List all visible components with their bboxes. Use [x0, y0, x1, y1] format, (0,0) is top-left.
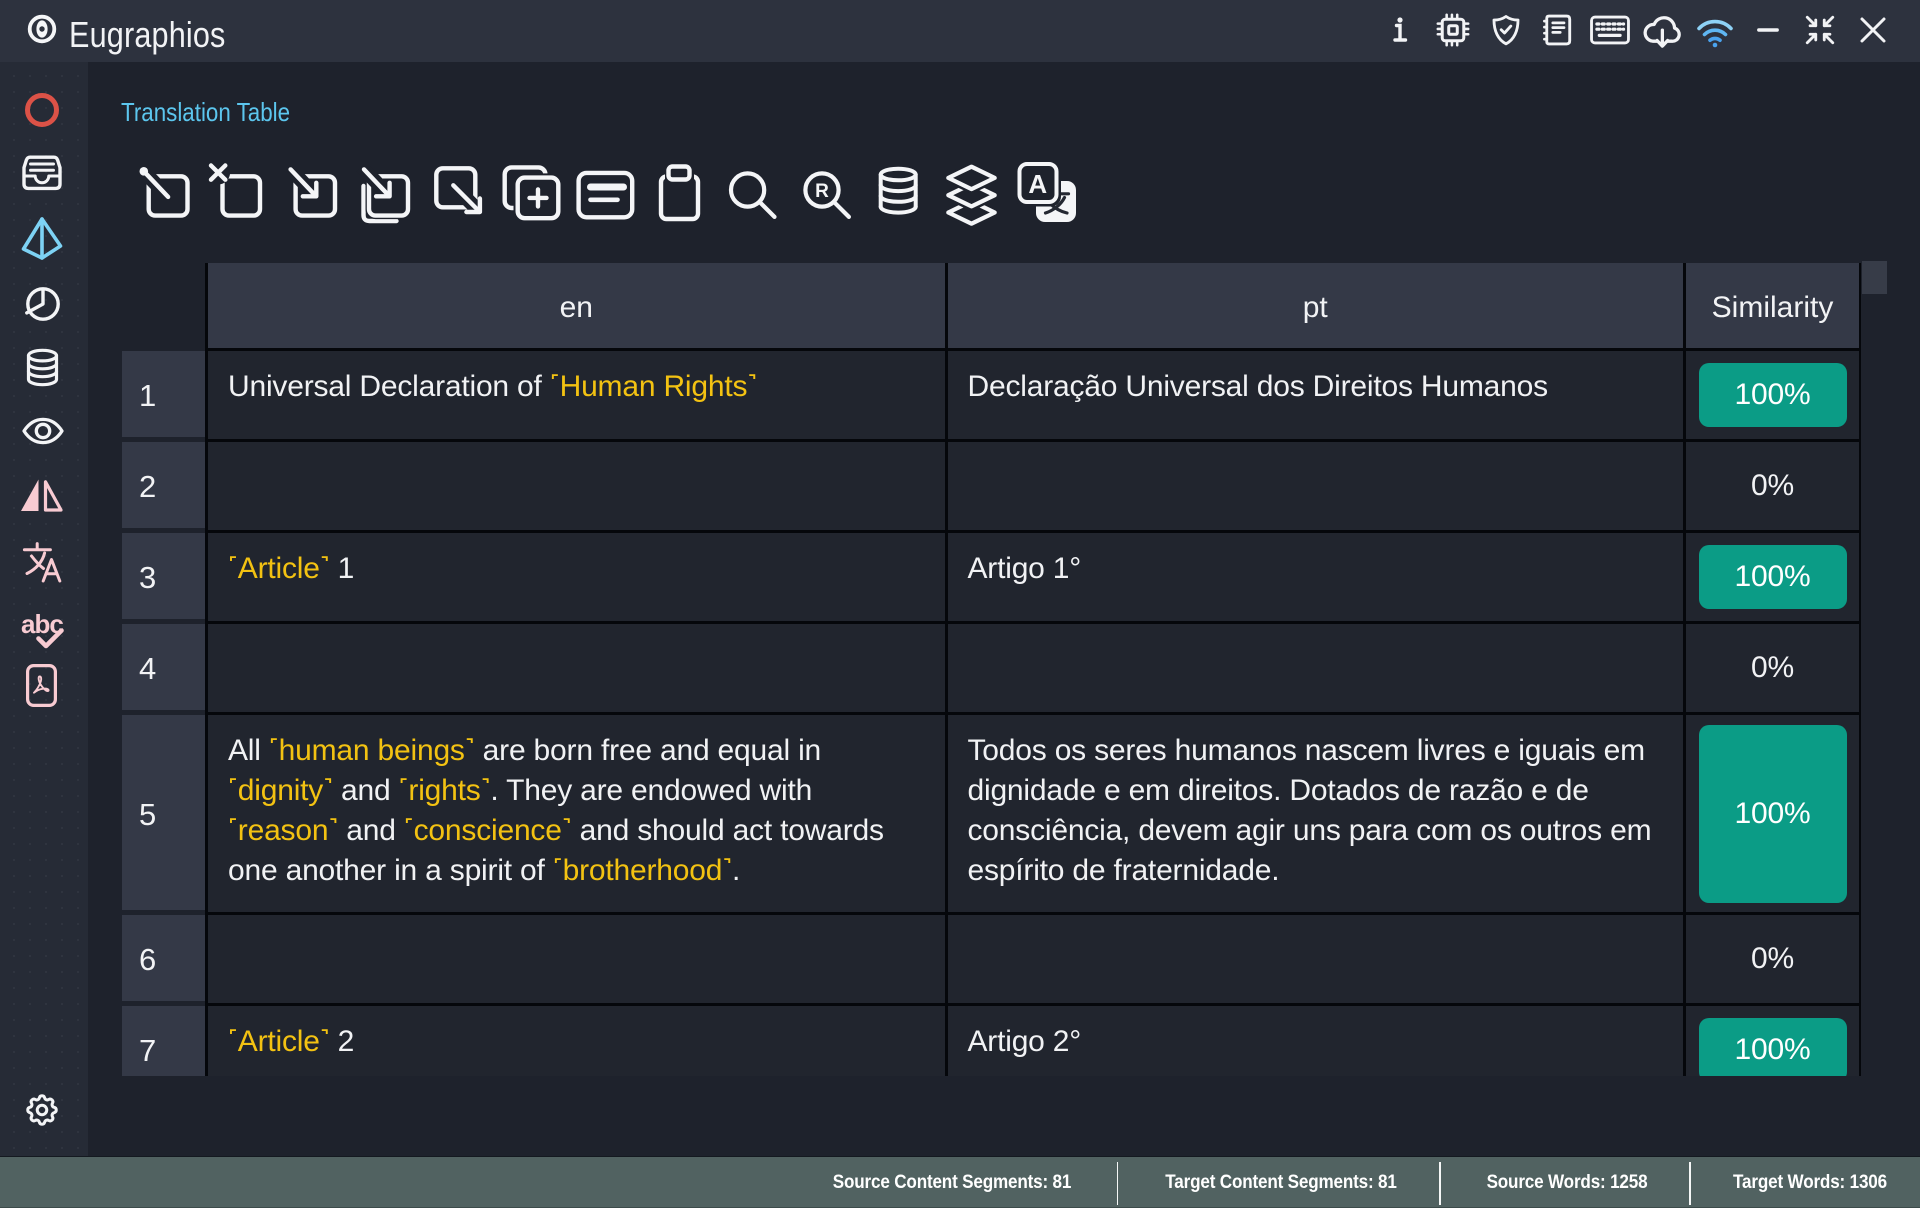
svg-text:R: R — [815, 181, 829, 202]
svg-text:A: A — [1028, 169, 1047, 199]
